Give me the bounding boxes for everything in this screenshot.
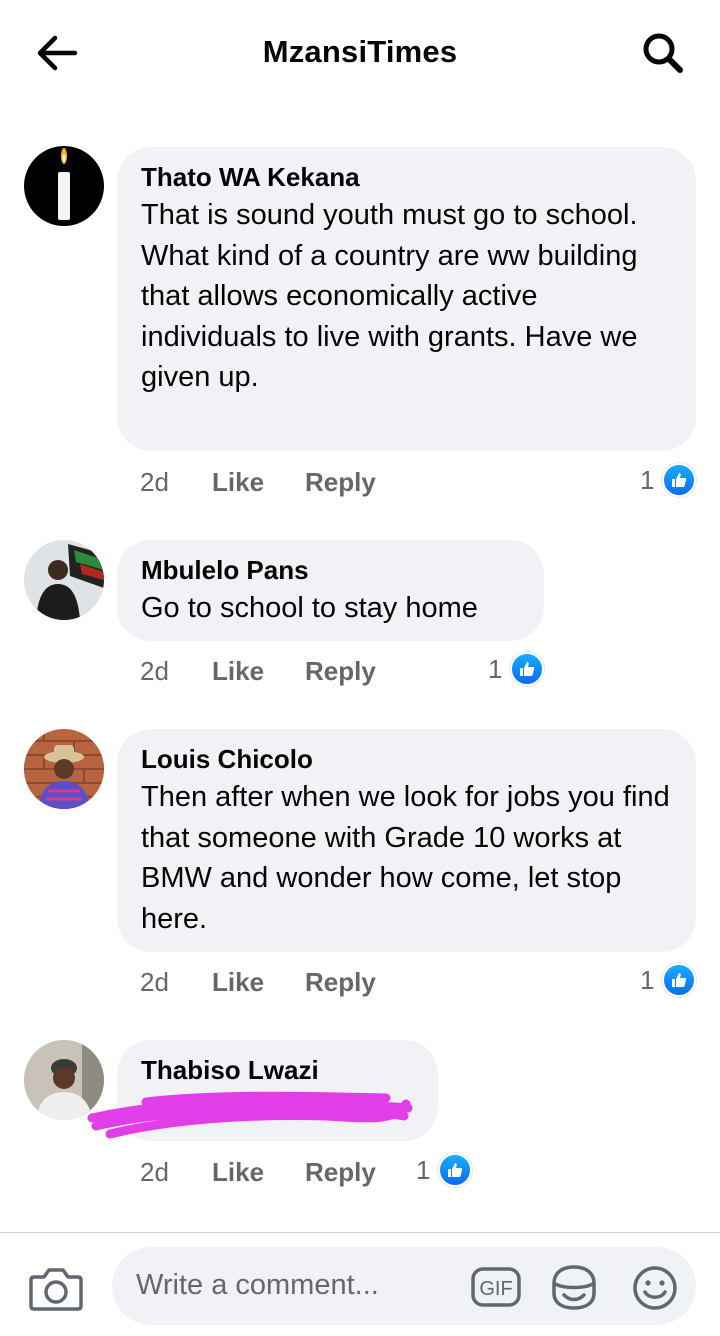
gif-button[interactable]: GIF [470, 1265, 522, 1309]
reaction-number: 1 [416, 1154, 431, 1185]
comment-time[interactable]: 2d [140, 656, 212, 687]
thumbs-up-icon [662, 463, 697, 497]
emoji-icon [633, 1266, 677, 1310]
thumbs-up-icon [438, 1153, 473, 1187]
sticker-icon [552, 1265, 596, 1310]
reply-button[interactable]: Reply [305, 656, 376, 687]
reaction-number: 1 [640, 964, 655, 995]
comment-input[interactable]: Write a comment... GIF [112, 1247, 696, 1325]
comment-bubble: Louis Chicolo Then after when we look fo… [117, 729, 696, 952]
sticker-button[interactable] [548, 1263, 600, 1311]
svg-text:GIF: GIF [479, 1278, 512, 1300]
emoji-button[interactable] [630, 1263, 680, 1313]
comment-actions: 2d Like Reply [140, 462, 376, 502]
reaction-number: 1 [640, 464, 655, 495]
comment-actions: 2d Like Reply [140, 651, 376, 691]
hat-avatar[interactable] [24, 729, 104, 809]
like-button[interactable]: Like [212, 656, 305, 687]
comment-bubble: Thato WA Kekana That is sound youth must… [117, 147, 696, 451]
comment-placeholder: Write a comment... [136, 1269, 379, 1301]
candle-avatar[interactable] [24, 146, 104, 226]
comment-time[interactable]: 2d [140, 467, 212, 498]
comment-author[interactable]: Thato WA Kekana [141, 161, 672, 193]
reaction-number: 1 [488, 653, 503, 684]
like-button[interactable]: Like [212, 467, 305, 498]
comment-author[interactable]: Louis Chicolo [141, 743, 672, 775]
search-button[interactable] [636, 28, 690, 78]
reaction-count[interactable]: 1 [640, 960, 697, 1000]
reply-button[interactable]: Reply [305, 467, 376, 498]
page-title: MzansiTimes [262, 34, 458, 69]
camera-button[interactable] [28, 1263, 84, 1313]
comment-text: Then after when we look for jobs you fin… [141, 781, 670, 935]
camera-icon [29, 1268, 83, 1311]
comment-text: That is sound youth must go to school. W… [141, 199, 638, 393]
like-button[interactable]: Like [212, 967, 305, 998]
reaction-count[interactable]: 1 [488, 649, 545, 689]
comment-composer: Write a comment... GIF [0, 1232, 720, 1336]
reaction-count[interactable]: 1 [416, 1150, 473, 1190]
comment-time[interactable]: 2d [140, 967, 212, 998]
reaction-count[interactable]: 1 [640, 460, 697, 500]
reply-button[interactable]: Reply [305, 967, 376, 998]
flag-avatar[interactable] [24, 540, 104, 620]
thumbs-up-icon [662, 963, 697, 997]
comment-bubble: Mbulelo Pans Go to school to stay home [117, 540, 544, 641]
app-header: MzansiTimes [0, 0, 720, 108]
comment-actions: 2d Like Reply [140, 1152, 376, 1192]
thumbs-up-icon [510, 652, 545, 686]
redaction-scribble [87, 1091, 413, 1139]
reply-button[interactable]: Reply [305, 1157, 376, 1188]
search-icon [643, 33, 683, 73]
comment-time[interactable]: 2d [140, 1157, 212, 1188]
comment-actions: 2d Like Reply [140, 962, 376, 1002]
gif-icon: GIF [471, 1267, 521, 1307]
comment-text: Go to school to stay home [141, 592, 478, 624]
like-button[interactable]: Like [212, 1157, 305, 1188]
comment-author[interactable]: Mbulelo Pans [141, 554, 520, 586]
